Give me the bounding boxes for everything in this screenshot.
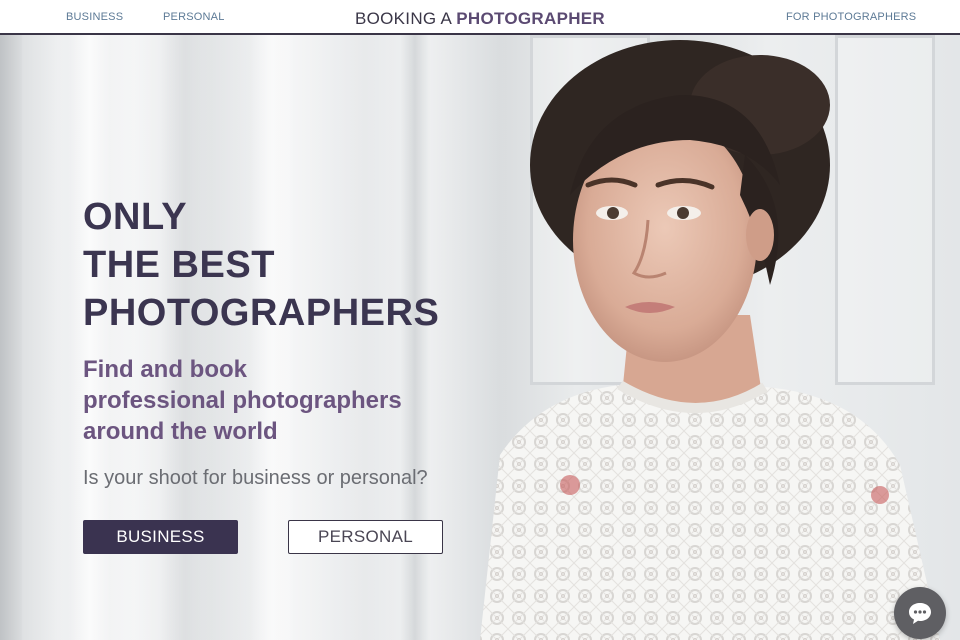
shoot-type-question: Is your shoot for business or personal? — [83, 467, 428, 489]
chat-button[interactable] — [894, 587, 946, 639]
brand-strong: PHOTOGRAPHER — [456, 9, 605, 28]
nav-link-business[interactable]: BUSINESS — [66, 11, 123, 23]
headline-line: PHOTOGRAPHERS — [83, 292, 440, 334]
subheadline-line: professional photographers — [83, 387, 402, 414]
hero-subheadline: Find and book professional photographers… — [83, 354, 402, 447]
headline-line: THE BEST — [83, 244, 275, 286]
subheadline-line: around the world — [83, 418, 278, 445]
subheadline-line: Find and book — [83, 356, 247, 383]
personal-button[interactable]: PERSONAL — [288, 520, 443, 554]
hero-headline: ONLY THE BEST PHOTOGRAPHERS — [83, 193, 439, 337]
top-navigation-bar: BUSINESS PERSONAL BOOKING A PHOTOGRAPHER… — [0, 0, 960, 35]
hero-section: ONLY THE BEST PHOTOGRAPHERS Find and boo… — [0, 35, 960, 640]
chat-bubble-icon — [909, 603, 931, 624]
business-button[interactable]: BUSINESS — [83, 520, 238, 554]
hero-portrait-image — [480, 40, 940, 640]
nav-link-personal[interactable]: PERSONAL — [163, 11, 225, 23]
nav-link-for-photographers[interactable]: FOR PHOTOGRAPHERS — [786, 11, 916, 23]
headline-line: ONLY — [83, 196, 188, 238]
brand-prefix: BOOKING A — [354, 9, 457, 28]
